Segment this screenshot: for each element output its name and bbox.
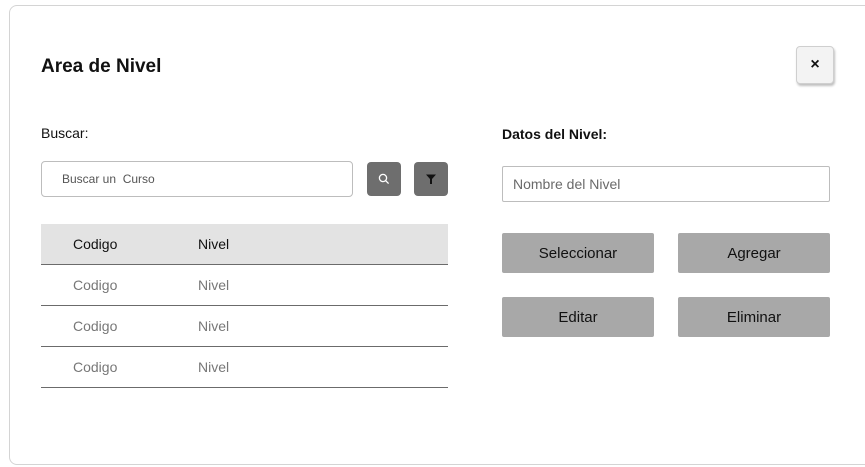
- table-row[interactable]: Codigo Nivel: [41, 265, 448, 306]
- search-button[interactable]: [367, 162, 401, 196]
- close-icon: ×: [810, 56, 820, 73]
- search-label: Buscar:: [41, 125, 89, 141]
- table-header-row: Codigo Nivel: [41, 224, 448, 265]
- search-icon: [378, 173, 390, 185]
- close-button[interactable]: ×: [796, 46, 834, 84]
- levels-table: Codigo Nivel Codigo Nivel Codigo Nivel C…: [41, 224, 448, 388]
- table-row[interactable]: Codigo Nivel: [41, 347, 448, 388]
- cell-nivel: Nivel: [198, 318, 230, 334]
- table-row[interactable]: Codigo Nivel: [41, 306, 448, 347]
- add-button[interactable]: Agregar: [678, 233, 830, 273]
- level-name-input[interactable]: [502, 166, 830, 202]
- column-header-codigo: Codigo: [73, 236, 118, 252]
- cell-nivel: Nivel: [198, 359, 230, 375]
- cell-nivel: Nivel: [198, 277, 230, 293]
- cell-codigo: Codigo: [73, 359, 118, 375]
- filter-button[interactable]: [414, 162, 448, 196]
- details-label: Datos del Nivel:: [502, 126, 608, 142]
- search-input[interactable]: [41, 161, 353, 197]
- edit-button[interactable]: Editar: [502, 297, 654, 337]
- cell-codigo: Codigo: [73, 318, 118, 334]
- cell-codigo: Codigo: [73, 277, 118, 293]
- column-header-nivel: Nivel: [198, 236, 230, 252]
- select-button[interactable]: Seleccionar: [502, 233, 654, 273]
- dialog-title: Area de Nivel: [41, 56, 162, 77]
- delete-button[interactable]: Eliminar: [678, 297, 830, 337]
- filter-icon: [426, 174, 436, 184]
